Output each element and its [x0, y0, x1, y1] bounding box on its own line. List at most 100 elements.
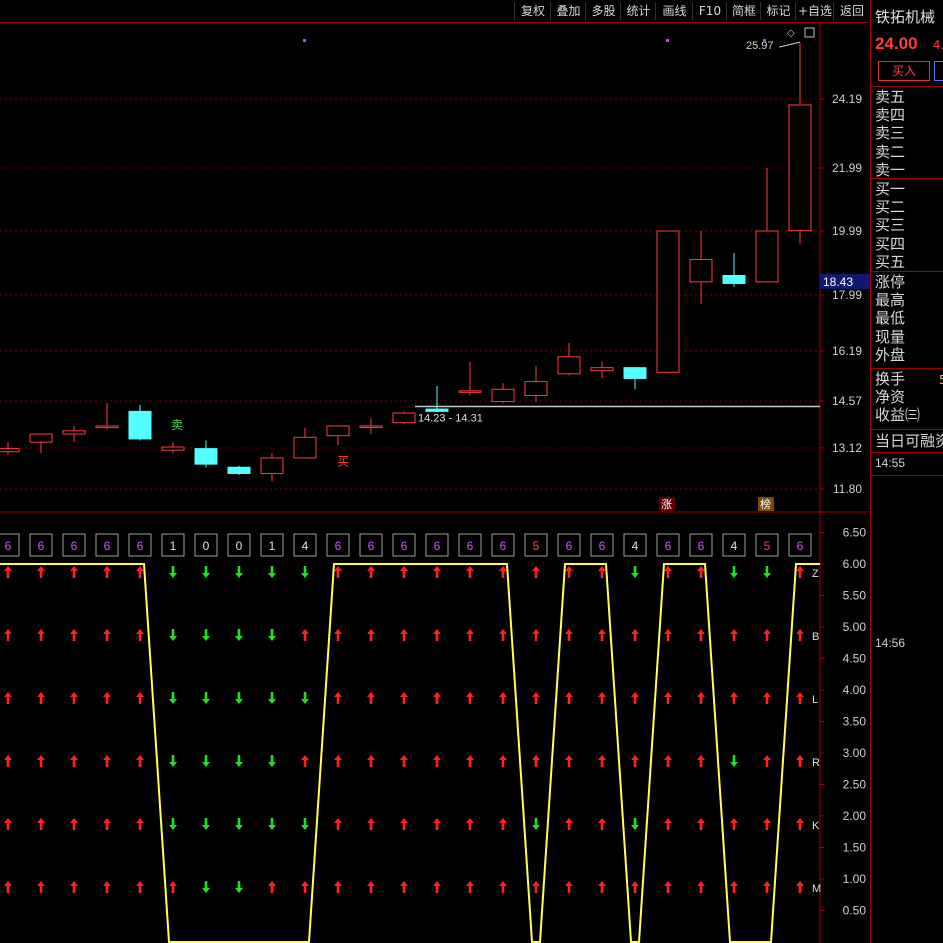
- up-arrow-icon: [301, 881, 309, 893]
- candle-body: [524, 381, 548, 396]
- down-arrow-icon: [169, 755, 177, 767]
- toggle-icon: [804, 27, 815, 38]
- toolbar-button-1[interactable]: 叠加: [550, 2, 586, 20]
- up-arrow-icon: [367, 881, 375, 893]
- marker-dot: [666, 39, 669, 42]
- up-arrow-icon: [466, 629, 474, 641]
- candle-body: [656, 230, 680, 373]
- toolbar-button-8[interactable]: +自选: [795, 2, 834, 20]
- score-value: 6: [467, 539, 474, 553]
- toolbar-button-9[interactable]: 返回: [833, 2, 870, 20]
- indicator-tick-label: 0.50: [843, 904, 867, 918]
- candle-body: [557, 356, 581, 375]
- up-arrow-icon: [598, 818, 606, 830]
- candle-body: [161, 446, 185, 451]
- indicator-tick-label: 3.00: [843, 746, 867, 760]
- up-arrow-icon: [433, 692, 441, 704]
- toolbar-button-4[interactable]: 画线: [655, 2, 693, 20]
- down-arrow-icon: [631, 818, 639, 830]
- toolbar-button-0[interactable]: 复权: [514, 2, 551, 20]
- up-arrow-icon: [631, 629, 639, 641]
- up-arrow-icon: [4, 629, 12, 641]
- sell-button[interactable]: [934, 61, 943, 81]
- up-arrow-icon: [103, 692, 111, 704]
- up-arrow-icon: [70, 629, 78, 641]
- event-tag-list: 榜: [760, 497, 771, 511]
- candle-body: [359, 425, 383, 428]
- indicator-tick-label: 4.50: [843, 652, 867, 666]
- divider: [871, 178, 943, 179]
- up-arrow-icon: [4, 566, 12, 578]
- up-arrow-icon: [796, 566, 804, 578]
- up-arrow-icon: [796, 881, 804, 893]
- candle-body: [392, 412, 416, 424]
- up-arrow-icon: [697, 755, 705, 767]
- toolbar-button-5[interactable]: F10: [692, 2, 727, 20]
- up-arrow-icon: [37, 566, 45, 578]
- score-value: 6: [368, 539, 375, 553]
- down-arrow-icon: [235, 881, 243, 893]
- up-arrow-icon: [466, 755, 474, 767]
- down-arrow-icon: [235, 566, 243, 578]
- toolbar-button-7[interactable]: 标记: [760, 2, 796, 20]
- indicator-tick-label: 2.50: [843, 778, 867, 792]
- down-arrow-icon: [532, 818, 540, 830]
- price-tick-label: 24.19: [832, 92, 862, 106]
- toolbar-button-6[interactable]: 简框: [726, 2, 761, 20]
- current-price: 24.00: [875, 34, 918, 53]
- turnover-value: 5: [939, 373, 943, 387]
- down-arrow-icon: [169, 629, 177, 641]
- down-arrow-icon: [202, 818, 210, 830]
- down-arrow-icon: [235, 818, 243, 830]
- up-arrow-icon: [103, 629, 111, 641]
- ask-label-1: 卖四: [875, 106, 906, 125]
- down-arrow-icon: [235, 629, 243, 641]
- ask-label-4: 卖一: [875, 160, 906, 179]
- score-value: 6: [71, 539, 78, 553]
- price-tick-label: 16.19: [832, 344, 862, 358]
- quote-panel: 铁拓机械 24.00 4. 买入 卖五 卖四 卖三 卖二 卖一 买一 买二 买三 买四 买五 涨…: [870, 0, 943, 943]
- up-arrow-icon: [565, 881, 573, 893]
- candle-body: [755, 230, 779, 283]
- down-arrow-icon: [202, 629, 210, 641]
- up-arrow-icon: [70, 818, 78, 830]
- toolbar-button-2[interactable]: 多股: [585, 2, 621, 20]
- ask-label-0: 卖五: [875, 88, 906, 106]
- up-arrow-icon: [532, 566, 540, 578]
- candle-body: [227, 466, 251, 474]
- candle-body: [293, 436, 317, 459]
- indicator-tick-label: 1.00: [843, 872, 867, 886]
- price-tick-label: 11.80: [833, 482, 862, 496]
- toolbar-button-3[interactable]: 统计: [620, 2, 656, 20]
- up-arrow-icon: [532, 881, 540, 893]
- up-arrow-icon: [664, 818, 672, 830]
- main-chart-area[interactable]: 24.19 21.99 19.99 17.99 16.19 14.57 13.12 11.80…: [0, 22, 870, 943]
- up-arrow-icon: [37, 881, 45, 893]
- bid-label-4: 买五: [875, 252, 906, 271]
- up-arrow-icon: [598, 755, 606, 767]
- down-arrow-icon: [268, 566, 276, 578]
- up-arrow-icon: [664, 881, 672, 893]
- up-arrow-icon: [763, 755, 771, 767]
- up-arrow-icon: [532, 755, 540, 767]
- down-arrow-icon: [268, 755, 276, 767]
- up-arrow-icon: [697, 692, 705, 704]
- stat-label-4: 外盘: [875, 345, 906, 364]
- price-tick-label: 14.57: [832, 394, 862, 408]
- up-arrow-icon: [70, 692, 78, 704]
- stat-label-3: 现量: [875, 327, 906, 346]
- chart-toolbar: 复权 叠加 多股 统计 画线 F10 简框 标记 +自选 返回: [0, 0, 869, 23]
- up-arrow-icon: [37, 692, 45, 704]
- marker-dot: [303, 39, 306, 42]
- candle-body: [425, 408, 449, 412]
- up-arrow-icon: [4, 818, 12, 830]
- diamond-icon: ◇: [787, 28, 795, 39]
- buy-button[interactable]: 买入: [878, 61, 930, 81]
- up-arrow-icon: [136, 566, 144, 578]
- up-arrow-icon: [730, 692, 738, 704]
- candle-body: [590, 367, 614, 372]
- indicator-row-letter: M: [812, 883, 821, 895]
- indicator-tick-label: 3.50: [843, 715, 867, 729]
- score-value: 0: [236, 539, 243, 553]
- up-arrow-icon: [499, 818, 507, 830]
